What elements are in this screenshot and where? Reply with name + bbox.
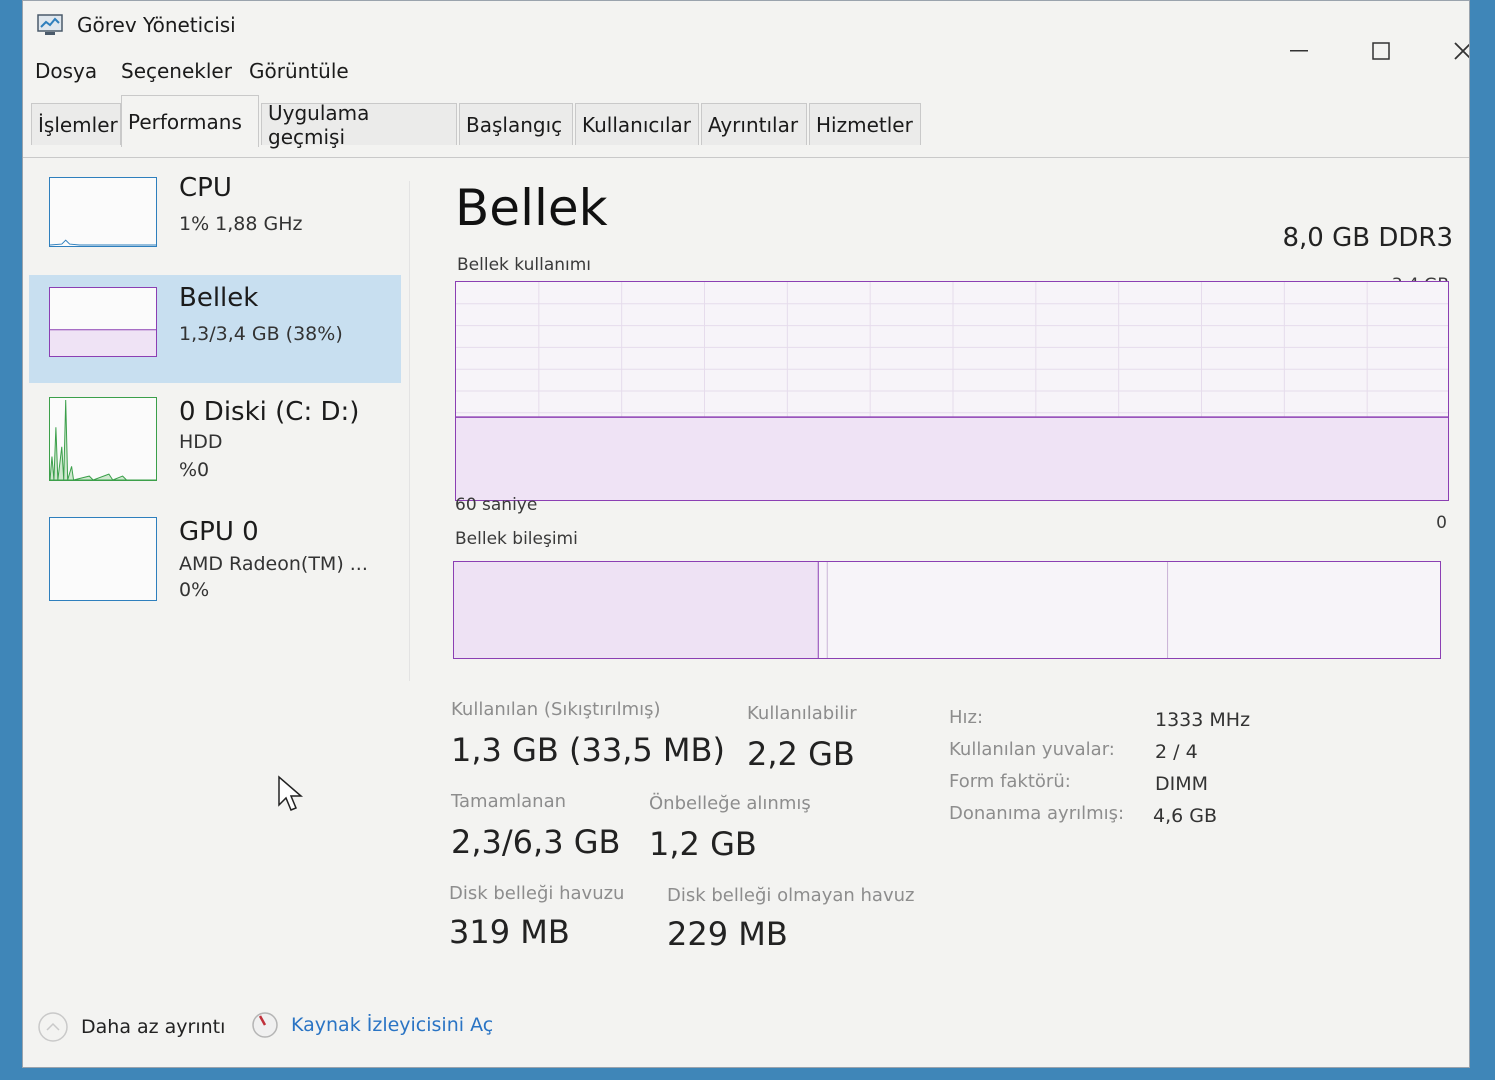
- cached-label: Önbelleğe alınmış: [649, 793, 811, 814]
- sidebar-item-cpu[interactable]: CPU 1% 1,88 GHz: [29, 169, 401, 277]
- tab-bar: İşlemler Performans Uygulama geçmişi Baş…: [23, 95, 1469, 158]
- resource-monitor-link[interactable]: Kaynak İzleyicisini Aç: [251, 1011, 493, 1039]
- available-value: 2,2 GB: [747, 735, 855, 773]
- sidebar-item-subtitle: AMD Radeon(TM) ...: [179, 553, 368, 575]
- slots-label: Kullanılan yuvalar:: [949, 739, 1115, 760]
- resource-monitor-label: Kaynak İzleyicisini Aç: [291, 1014, 494, 1036]
- form-factor-label: Form faktörü:: [949, 771, 1071, 792]
- nonpaged-pool-value: 229 MB: [667, 915, 788, 953]
- resource-monitor-icon: [252, 1012, 278, 1038]
- window-title: Görev Yöneticisi: [77, 13, 236, 37]
- tab-services[interactable]: Hizmetler: [809, 103, 921, 145]
- task-manager-icon: [37, 14, 63, 35]
- in-use-label: Kullanılan (Sıkıştırılmış): [451, 699, 661, 720]
- memory-usage-graph: [455, 281, 1449, 501]
- usage-area: [456, 417, 1448, 500]
- menu-view[interactable]: Görüntüle: [249, 59, 349, 83]
- hardware-reserved-label: Donanıma ayrılmış:: [949, 803, 1125, 824]
- page-title: Bellek: [455, 179, 608, 237]
- speed-value: 1333 MHz: [1155, 709, 1251, 731]
- paged-pool-value: 319 MB: [449, 913, 570, 951]
- tab-details[interactable]: Ayrıntılar: [701, 103, 807, 145]
- cpu-thumbnail-graph: [49, 177, 157, 247]
- in-use-value: 1,3 GB (33,5 MB): [451, 731, 725, 769]
- sidebar-item-gpu[interactable]: GPU 0 AMD Radeon(TM) ... 0%: [29, 509, 401, 617]
- sidebar-item-subtitle: HDD: [179, 431, 223, 453]
- nonpaged-pool-label: Disk belleği olmayan havuz: [667, 885, 915, 906]
- fewer-details-label: Daha az ayrıntı: [81, 1016, 226, 1038]
- tab-startup[interactable]: Başlangıç: [459, 103, 573, 145]
- tab-users[interactable]: Kullanıcılar: [575, 103, 699, 145]
- sidebar-item-subtitle: 1,3/3,4 GB (38%): [179, 323, 343, 345]
- committed-label: Tamamlanan: [451, 791, 567, 812]
- paged-pool-label: Disk belleği havuzu: [449, 883, 625, 904]
- gpu-thumbnail-graph: [49, 517, 157, 601]
- memory-thumbnail-graph: [49, 287, 157, 357]
- disk-thumbnail-graph: [49, 397, 157, 481]
- usage-graph-min: 0: [1436, 513, 1447, 533]
- task-manager-window: Görev Yöneticisi Dosya Seçenekler Görünt…: [22, 0, 1470, 1068]
- committed-value: 2,3/6,3 GB: [451, 823, 621, 861]
- slots-value: 2 / 4: [1155, 741, 1198, 763]
- tab-app-history[interactable]: Uygulama geçmişi: [261, 101, 457, 149]
- sidebar-item-title: Bellek: [179, 283, 259, 313]
- speed-label: Hız:: [949, 707, 984, 728]
- sidebar-item-title: GPU 0: [179, 517, 259, 547]
- available-label: Kullanılabilir: [747, 703, 857, 724]
- sidebar-divider: [409, 181, 410, 681]
- sidebar-item-title: CPU: [179, 173, 232, 203]
- tab-processes[interactable]: İşlemler: [31, 103, 121, 145]
- sidebar-item-usage: %0: [179, 459, 210, 481]
- sidebar-item-memory[interactable]: Bellek 1,3/3,4 GB (38%): [29, 275, 401, 383]
- fewer-details-button[interactable]: Daha az ayrıntı: [37, 1011, 225, 1043]
- usage-graph-label: Bellek kullanımı: [457, 255, 592, 275]
- hardware-reserved-value: 4,6 GB: [1153, 805, 1218, 827]
- title-bar: Görev Yöneticisi: [23, 1, 1469, 60]
- menu-file[interactable]: Dosya: [35, 59, 97, 83]
- composition-label: Bellek bileşimi: [455, 529, 578, 549]
- sidebar-item-disk[interactable]: 0 Diski (C: D:) HDD %0: [29, 389, 401, 497]
- memory-spec: 8,0 GB DDR3: [1282, 223, 1453, 253]
- tab-performance[interactable]: Performans: [121, 95, 259, 147]
- cached-value: 1,2 GB: [649, 825, 757, 863]
- chevron-up-icon: [38, 1012, 68, 1042]
- sidebar-item-title: 0 Diski (C: D:): [179, 397, 360, 427]
- sidebar-item-usage: 0%: [179, 579, 210, 601]
- time-axis-label: 60 saniye: [455, 495, 538, 515]
- menu-bar: Dosya Seçenekler Görüntüle: [23, 55, 1469, 91]
- mouse-cursor-icon: [278, 775, 304, 811]
- memory-composition-bar: [453, 561, 1441, 659]
- composition-in-use: [454, 562, 819, 658]
- minimize-icon: [1290, 50, 1308, 52]
- menu-options[interactable]: Seçenekler: [121, 59, 232, 83]
- sidebar-item-subtitle: 1% 1,88 GHz: [179, 213, 303, 235]
- form-factor-value: DIMM: [1155, 773, 1209, 795]
